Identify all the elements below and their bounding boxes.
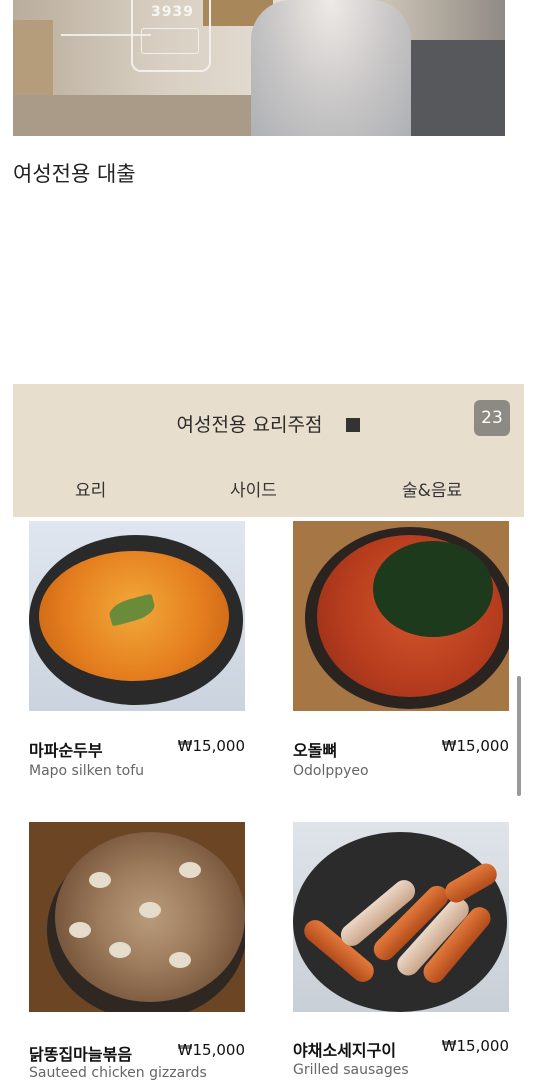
phone-number-text: 3939 <box>151 4 194 20</box>
menu-item-name: 닭똥집마늘볶음 <box>29 1045 133 1064</box>
promo-counter <box>13 95 263 136</box>
restaurant-header: 여성전용 요리주점 23 요리 사이드 술&음료 <box>13 384 524 517</box>
menu-item-price: ₩15,000 <box>177 737 245 755</box>
phone-screen-graphic <box>141 28 199 54</box>
tab-sides[interactable]: 사이드 <box>230 476 277 501</box>
restaurant-title-text: 여성전용 요리주점 <box>176 414 323 436</box>
menu-item-card[interactable]: 야채소세지구이 ₩15,000 Grilled sausages <box>293 822 509 1078</box>
odolppyeo-photo <box>293 521 509 711</box>
menu-item-english-name: Odolppyeo <box>293 763 369 779</box>
menu-item-english-name: Mapo silken tofu <box>29 763 145 779</box>
menu-item-name: 오돌뼈 <box>293 741 338 760</box>
tab-drinks[interactable]: 술&음료 <box>402 476 462 501</box>
promo-sofa <box>405 40 505 136</box>
grilled-sausages-photo <box>293 822 509 1012</box>
chicken-gizzards-photo <box>29 822 245 1012</box>
qr-icon[interactable] <box>346 418 361 432</box>
promo-person <box>251 0 411 136</box>
menu-item-card[interactable]: 닭똥집마늘볶음 ₩15,000 Sauteed chicken gizzards <box>29 822 245 1081</box>
menu-item-english-name: Sauteed chicken gizzards <box>29 1065 207 1081</box>
promo-title[interactable]: 여성전용 대출 <box>13 158 136 188</box>
tab-dishes[interactable]: 요리 <box>75 476 106 501</box>
menu-item-name: 마파순두부 <box>29 741 103 760</box>
menu-item-price: ₩15,000 <box>441 737 509 755</box>
mapo-tofu-photo <box>29 521 245 711</box>
promo-image[interactable]: 3939 <box>13 0 505 136</box>
menu-item-card[interactable]: 오돌뼈 ₩15,000 Odolppyeo <box>293 521 509 791</box>
restaurant-title: 여성전용 요리주점 <box>13 410 524 437</box>
count-badge[interactable]: 23 <box>474 400 510 436</box>
scrollbar[interactable] <box>517 676 521 796</box>
menu-item-price: ₩15,000 <box>441 1037 509 1055</box>
menu-item-card[interactable]: 마파순두부 ₩15,000 Mapo silken tofu <box>29 521 245 791</box>
menu-item-price: ₩15,000 <box>177 1041 245 1059</box>
menu-item-name: 야채소세지구이 <box>293 1041 397 1060</box>
category-tabs: 요리 사이드 술&음료 <box>13 476 524 501</box>
